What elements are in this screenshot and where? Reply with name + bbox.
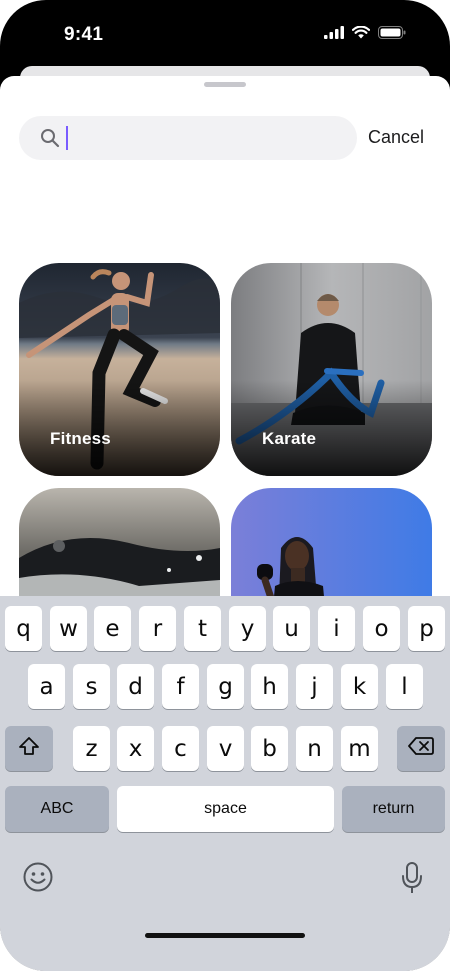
category-label: Karate	[262, 429, 317, 448]
category-card-karate[interactable]: Karate	[231, 263, 432, 476]
key-p[interactable]: p	[408, 606, 445, 651]
key-r[interactable]: r	[139, 606, 176, 651]
key-k[interactable]: k	[341, 664, 378, 709]
key-s[interactable]: s	[73, 664, 110, 709]
sheet-grabber[interactable]	[204, 82, 246, 87]
cancel-button[interactable]: Cancel	[368, 127, 424, 148]
key-i[interactable]: i	[318, 606, 355, 651]
key-c[interactable]: c	[162, 726, 199, 771]
key-a[interactable]: a	[28, 664, 65, 709]
key-m[interactable]: m	[341, 726, 378, 771]
key-y[interactable]: y	[229, 606, 266, 651]
key-z[interactable]: z	[73, 726, 110, 771]
wifi-icon	[351, 25, 371, 44]
key-v[interactable]: v	[207, 726, 244, 771]
emoji-icon	[22, 862, 54, 897]
key-b[interactable]: b	[251, 726, 288, 771]
status-bar: 9:41	[0, 0, 450, 70]
key-x[interactable]: x	[117, 726, 154, 771]
key-u[interactable]: u	[273, 606, 310, 651]
key-l[interactable]: l	[386, 664, 423, 709]
status-time: 9:41	[64, 24, 104, 45]
key-g[interactable]: g	[207, 664, 244, 709]
key-e[interactable]: e	[94, 606, 131, 651]
backspace-icon	[408, 736, 434, 762]
abc-key[interactable]: ABC	[5, 786, 109, 832]
home-indicator	[145, 933, 305, 938]
key-w[interactable]: w	[50, 606, 87, 651]
delete-key[interactable]	[397, 726, 445, 771]
key-o[interactable]: o	[363, 606, 400, 651]
shift-key[interactable]	[5, 726, 53, 771]
phone-frame: 9:41 Cancel Fitness Karate q w e r t y u…	[0, 0, 450, 971]
key-d[interactable]: d	[117, 664, 154, 709]
text-cursor	[66, 126, 68, 150]
key-t[interactable]: t	[184, 606, 221, 651]
key-f[interactable]: f	[162, 664, 199, 709]
cellular-signal-icon	[324, 26, 344, 44]
on-screen-keyboard: q w e r t y u i o p a s d f g h j k l z …	[0, 596, 450, 971]
key-h[interactable]: h	[251, 664, 288, 709]
return-key[interactable]: return	[342, 786, 445, 832]
key-q[interactable]: q	[5, 606, 42, 651]
emoji-button[interactable]	[22, 861, 54, 898]
microphone-icon	[400, 862, 424, 899]
category-card-fitness[interactable]: Fitness	[19, 263, 220, 476]
search-input[interactable]	[19, 116, 357, 160]
key-n[interactable]: n	[296, 726, 333, 771]
search-sheet: Cancel Fitness Karate q w e r t y u i o …	[0, 76, 450, 971]
search-icon	[40, 128, 60, 153]
dictation-button[interactable]	[400, 861, 424, 900]
key-j[interactable]: j	[296, 664, 333, 709]
status-icons	[324, 25, 406, 44]
battery-icon	[378, 26, 406, 44]
category-label: Fitness	[50, 429, 111, 448]
space-key[interactable]: space	[117, 786, 334, 832]
shift-icon	[18, 736, 40, 762]
